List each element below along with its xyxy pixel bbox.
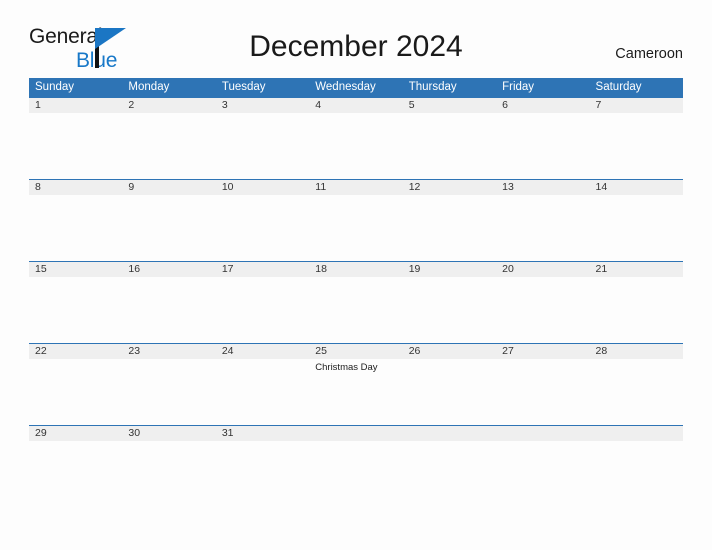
day-cell-events[interactable]: [122, 195, 215, 261]
location-label: Cameroon: [615, 46, 683, 62]
day-cell-events[interactable]: [216, 277, 309, 343]
week-event-band: [29, 277, 683, 343]
weekday-header-friday: Friday: [502, 81, 535, 93]
week-event-band: [29, 113, 683, 179]
day-cell-date[interactable]: 8: [29, 180, 122, 195]
weekday-header-saturday: Saturday: [595, 81, 642, 93]
day-cell-events[interactable]: [122, 359, 215, 425]
day-cell-date[interactable]: 12: [403, 180, 496, 195]
day-cell-events[interactable]: [590, 113, 683, 179]
day-cell-events[interactable]: [29, 441, 122, 507]
day-cell-events[interactable]: [590, 195, 683, 261]
weekday-header-thursday: Thursday: [408, 81, 457, 93]
day-cell-date[interactable]: 18: [309, 262, 402, 277]
day-cell-date[interactable]: [496, 426, 589, 441]
day-cell-date[interactable]: 5: [403, 98, 496, 113]
day-cell-events[interactable]: [216, 359, 309, 425]
day-cell-date[interactable]: [309, 426, 402, 441]
day-cell-events[interactable]: [590, 441, 683, 507]
day-cell-date[interactable]: 9: [122, 180, 215, 195]
day-cell-events[interactable]: [29, 277, 122, 343]
week-date-band: 15 16 17 18 19 20 21: [29, 262, 683, 277]
weekday-header-wednesday: Wednesday: [315, 81, 376, 93]
day-cell-events[interactable]: [122, 441, 215, 507]
day-cell-events[interactable]: [29, 113, 122, 179]
day-cell-events[interactable]: [122, 277, 215, 343]
day-cell-date[interactable]: 25: [309, 344, 402, 359]
week-row: 8 9 10 11 12 13 14: [29, 179, 683, 261]
day-cell-events[interactable]: [309, 441, 402, 507]
day-cell-events[interactable]: [590, 359, 683, 425]
day-cell-date[interactable]: 23: [122, 344, 215, 359]
day-cell-date[interactable]: 2: [122, 98, 215, 113]
day-cell-date[interactable]: [590, 426, 683, 441]
day-cell-events[interactable]: [496, 277, 589, 343]
week-event-band: [29, 441, 683, 507]
page-title: December 2024: [249, 30, 463, 63]
day-cell-events[interactable]: [309, 195, 402, 261]
day-cell-events[interactable]: [29, 359, 122, 425]
event-label: Christmas Day: [315, 362, 378, 373]
page-header: General Blue December 2024 Cameroon: [0, 0, 712, 71]
day-cell-date[interactable]: 28: [590, 344, 683, 359]
day-cell-date[interactable]: 4: [309, 98, 402, 113]
day-cell-date[interactable]: 7: [590, 98, 683, 113]
day-cell-events[interactable]: [403, 277, 496, 343]
day-cell-date[interactable]: 30: [122, 426, 215, 441]
day-cell-events[interactable]: [216, 441, 309, 507]
day-cell-date[interactable]: 26: [403, 344, 496, 359]
day-cell-events[interactable]: [216, 195, 309, 261]
day-cell-date[interactable]: 29: [29, 426, 122, 441]
week-date-band: 8 9 10 11 12 13 14: [29, 180, 683, 195]
day-cell-events-christmas[interactable]: Christmas Day: [309, 359, 402, 425]
day-cell-events[interactable]: [590, 277, 683, 343]
day-cell-events[interactable]: [403, 441, 496, 507]
day-cell-events[interactable]: [216, 113, 309, 179]
day-cell-date[interactable]: 13: [496, 180, 589, 195]
day-cell-events[interactable]: [309, 113, 402, 179]
day-cell-events[interactable]: [496, 441, 589, 507]
weekday-header-row: Sunday Monday Tuesday Wednesday Thursday…: [29, 78, 683, 97]
day-cell-date[interactable]: 10: [216, 180, 309, 195]
day-cell-events[interactable]: [496, 113, 589, 179]
day-cell-date[interactable]: 27: [496, 344, 589, 359]
day-cell-events[interactable]: [403, 195, 496, 261]
monthly-calendar-grid: Sunday Monday Tuesday Wednesday Thursday…: [29, 78, 683, 507]
weekday-header-sunday: Sunday: [35, 81, 75, 93]
day-cell-date[interactable]: 19: [403, 262, 496, 277]
day-cell-date[interactable]: 6: [496, 98, 589, 113]
day-cell-date[interactable]: 14: [590, 180, 683, 195]
day-cell-events[interactable]: [403, 113, 496, 179]
day-cell-date[interactable]: 31: [216, 426, 309, 441]
day-cell-date[interactable]: 1: [29, 98, 122, 113]
day-cell-events[interactable]: [29, 195, 122, 261]
week-row: 15 16 17 18 19 20 21: [29, 261, 683, 343]
week-event-band: Christmas Day: [29, 359, 683, 425]
day-cell-date[interactable]: 24: [216, 344, 309, 359]
week-date-band: 29 30 31: [29, 426, 683, 441]
week-event-band: [29, 195, 683, 261]
weekday-header-tuesday: Tuesday: [221, 81, 266, 93]
day-cell-date[interactable]: 16: [122, 262, 215, 277]
day-cell-date[interactable]: 22: [29, 344, 122, 359]
day-cell-events[interactable]: [122, 113, 215, 179]
week-row: 22 23 24 25 26 27 28 Christmas Day: [29, 343, 683, 425]
day-cell-events[interactable]: [403, 359, 496, 425]
day-cell-events[interactable]: [496, 359, 589, 425]
weekday-header-monday: Monday: [128, 81, 170, 93]
week-date-band: 22 23 24 25 26 27 28: [29, 344, 683, 359]
day-cell-date[interactable]: 11: [309, 180, 402, 195]
week-date-band: 1 2 3 4 5 6 7: [29, 98, 683, 113]
day-cell-date[interactable]: 21: [590, 262, 683, 277]
day-cell-date[interactable]: 3: [216, 98, 309, 113]
week-row: 1 2 3 4 5 6 7: [29, 97, 683, 179]
day-cell-date[interactable]: [403, 426, 496, 441]
day-cell-events[interactable]: [309, 277, 402, 343]
day-cell-events[interactable]: [496, 195, 589, 261]
day-cell-date[interactable]: 17: [216, 262, 309, 277]
week-row: 29 30 31: [29, 425, 683, 507]
day-cell-date[interactable]: 20: [496, 262, 589, 277]
day-cell-date[interactable]: 15: [29, 262, 122, 277]
